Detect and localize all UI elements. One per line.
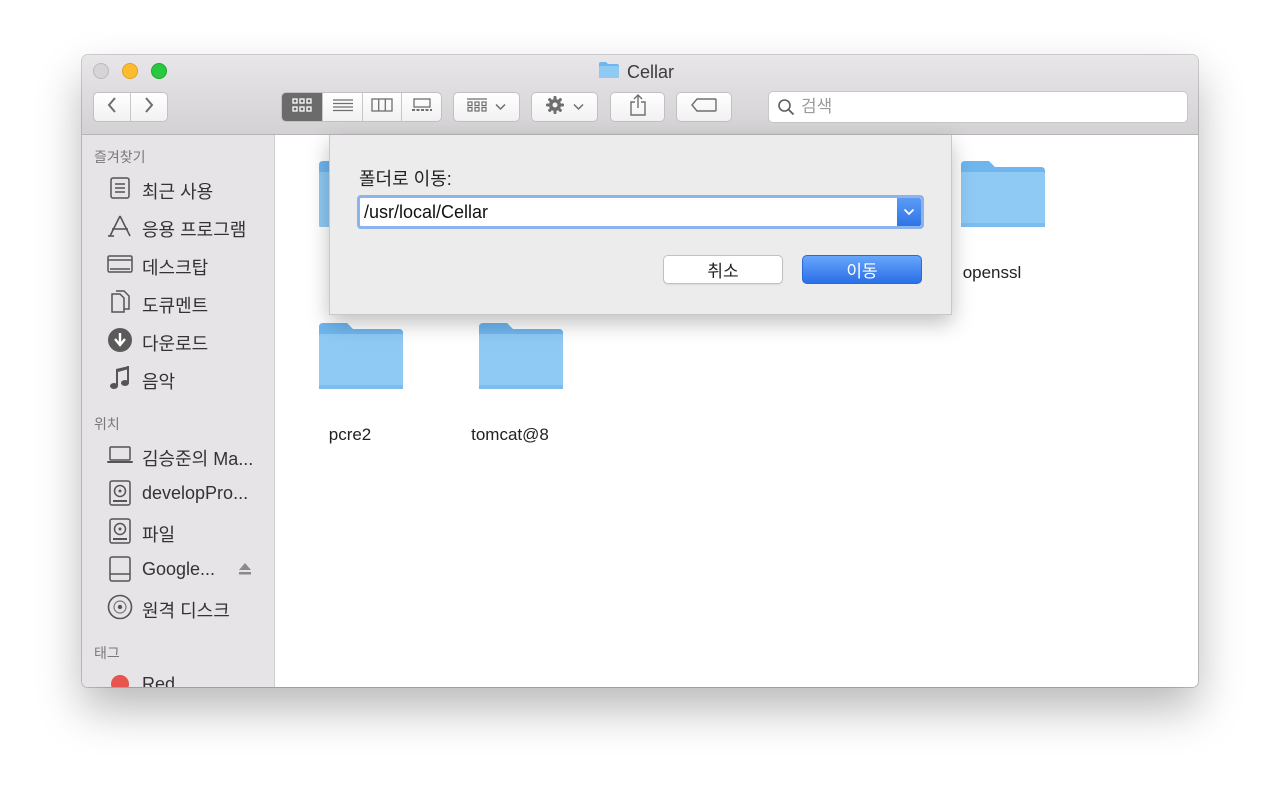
folder-item[interactable]: pcre2 [275, 321, 425, 451]
group-button[interactable] [453, 92, 520, 122]
cancel-button[interactable]: 취소 [663, 255, 783, 284]
sidebar-section-tags: 태그 [94, 645, 120, 661]
sidebar-item-file-disk[interactable]: 파일 [82, 515, 274, 547]
sidebar: 즐겨찾기 최근 사용 응용 프로그램 데스크탑 도큐멘트 다운로드 음악 위치 … [82, 135, 275, 687]
sidebar-item-developpro[interactable]: developPro... [82, 477, 274, 509]
tag-icon [691, 97, 717, 117]
eject-icon[interactable] [238, 562, 252, 581]
go-to-folder-sheet: 폴더로 이동: 취소 이동 [329, 135, 952, 315]
sidebar-item-label: 최근 사용 [142, 182, 214, 202]
gear-icon [545, 95, 565, 120]
desktop-icon [106, 252, 134, 276]
chevron-right-icon [143, 96, 155, 119]
icon-view-button[interactable] [282, 93, 323, 121]
sidebar-item-label: Red [142, 674, 176, 687]
recents-icon [106, 176, 134, 200]
path-history-dropdown-button[interactable] [897, 198, 921, 226]
group-icon [467, 97, 487, 117]
folder-name: tomcat@8 [471, 425, 549, 444]
list-view-icon [332, 98, 353, 117]
forward-button[interactable] [131, 93, 168, 121]
folder-item[interactable]: tomcat@8 [435, 321, 585, 451]
sidebar-item-label: 응용 프로그램 [142, 220, 247, 240]
finder-window: Cellar 검색 즐겨찾기 최근 사용 응용 프로그램 데스크탑 도큐멘트 다… [82, 55, 1198, 687]
chevron-down-icon [495, 98, 506, 116]
sidebar-item-label: 데스크탑 [142, 258, 209, 278]
folder-icon [598, 61, 620, 84]
downloads-icon [106, 328, 134, 352]
sidebar-item-documents[interactable]: 도큐멘트 [82, 286, 274, 318]
zoom-window-button[interactable] [151, 63, 167, 79]
drive-icon [106, 556, 134, 582]
music-icon [106, 366, 134, 390]
sidebar-item-label: developPro... [142, 483, 249, 503]
folder-path-input[interactable] [364, 201, 894, 223]
documents-icon [106, 290, 134, 314]
search-input[interactable] [801, 97, 1171, 117]
minimize-window-button[interactable] [122, 63, 138, 79]
sidebar-item-label: 음악 [142, 372, 176, 392]
search-icon [777, 98, 795, 121]
icon-view-icon [292, 97, 312, 117]
gallery-view-button[interactable] [401, 93, 441, 121]
sidebar-item-label: 다운로드 [142, 334, 209, 354]
sidebar-item-google-drive[interactable]: Google... [82, 553, 274, 585]
sidebar-item-label: 원격 디스크 [142, 601, 230, 621]
column-view-button[interactable] [361, 93, 402, 121]
sidebar-item-label: 김승준의 Ma... [142, 449, 254, 469]
share-icon [629, 93, 647, 121]
go-to-folder-label: 폴더로 이동: [359, 169, 452, 189]
sidebar-item-tag-red[interactable]: Red [82, 668, 274, 687]
sidebar-item-music[interactable]: 음악 [82, 362, 274, 394]
chevron-down-icon [573, 98, 584, 116]
sidebar-item-applications[interactable]: 응용 프로그램 [82, 210, 274, 242]
gallery-view-icon [411, 97, 433, 117]
sidebar-item-label: 도큐멘트 [142, 296, 209, 316]
sidebar-item-recents[interactable]: 최근 사용 [82, 172, 274, 204]
close-window-button[interactable] [93, 63, 109, 79]
folder-path-combobox[interactable] [357, 195, 924, 229]
navigation-buttons [93, 92, 168, 122]
folder-name: pcre2 [328, 425, 372, 444]
disk-icon [106, 480, 134, 506]
tag-button[interactable] [676, 92, 732, 122]
sidebar-section-locations: 위치 [94, 416, 120, 432]
disk-icon [106, 518, 134, 544]
sidebar-item-desktop[interactable]: 데스크탑 [82, 248, 274, 280]
title-bar: Cellar [82, 55, 1198, 135]
chevron-down-icon [903, 203, 915, 221]
search-field[interactable] [768, 91, 1188, 123]
window-title-text: Cellar [627, 61, 675, 82]
view-mode-control [281, 92, 442, 122]
sidebar-item-label: 파일 [142, 525, 176, 545]
sidebar-item-label: Google... [142, 559, 216, 579]
list-view-button[interactable] [322, 93, 362, 121]
sidebar-item-downloads[interactable]: 다운로드 [82, 324, 274, 356]
window-title: Cellar [598, 61, 674, 83]
go-button[interactable]: 이동 [802, 255, 922, 284]
tag-color-dot-icon [106, 672, 134, 687]
sidebar-item-remote-disc[interactable]: 원격 디스크 [82, 591, 274, 623]
sidebar-section-favorites: 즐겨찾기 [94, 149, 146, 165]
back-button[interactable] [94, 93, 131, 121]
applications-icon [106, 214, 134, 238]
laptop-icon [106, 443, 134, 467]
sidebar-item-macbook[interactable]: 김승준의 Ma... [82, 439, 274, 471]
action-button[interactable] [531, 92, 598, 122]
share-button[interactable] [610, 92, 665, 122]
chevron-left-icon [106, 96, 118, 119]
optical-disc-icon [106, 594, 134, 620]
column-view-icon [371, 97, 393, 117]
